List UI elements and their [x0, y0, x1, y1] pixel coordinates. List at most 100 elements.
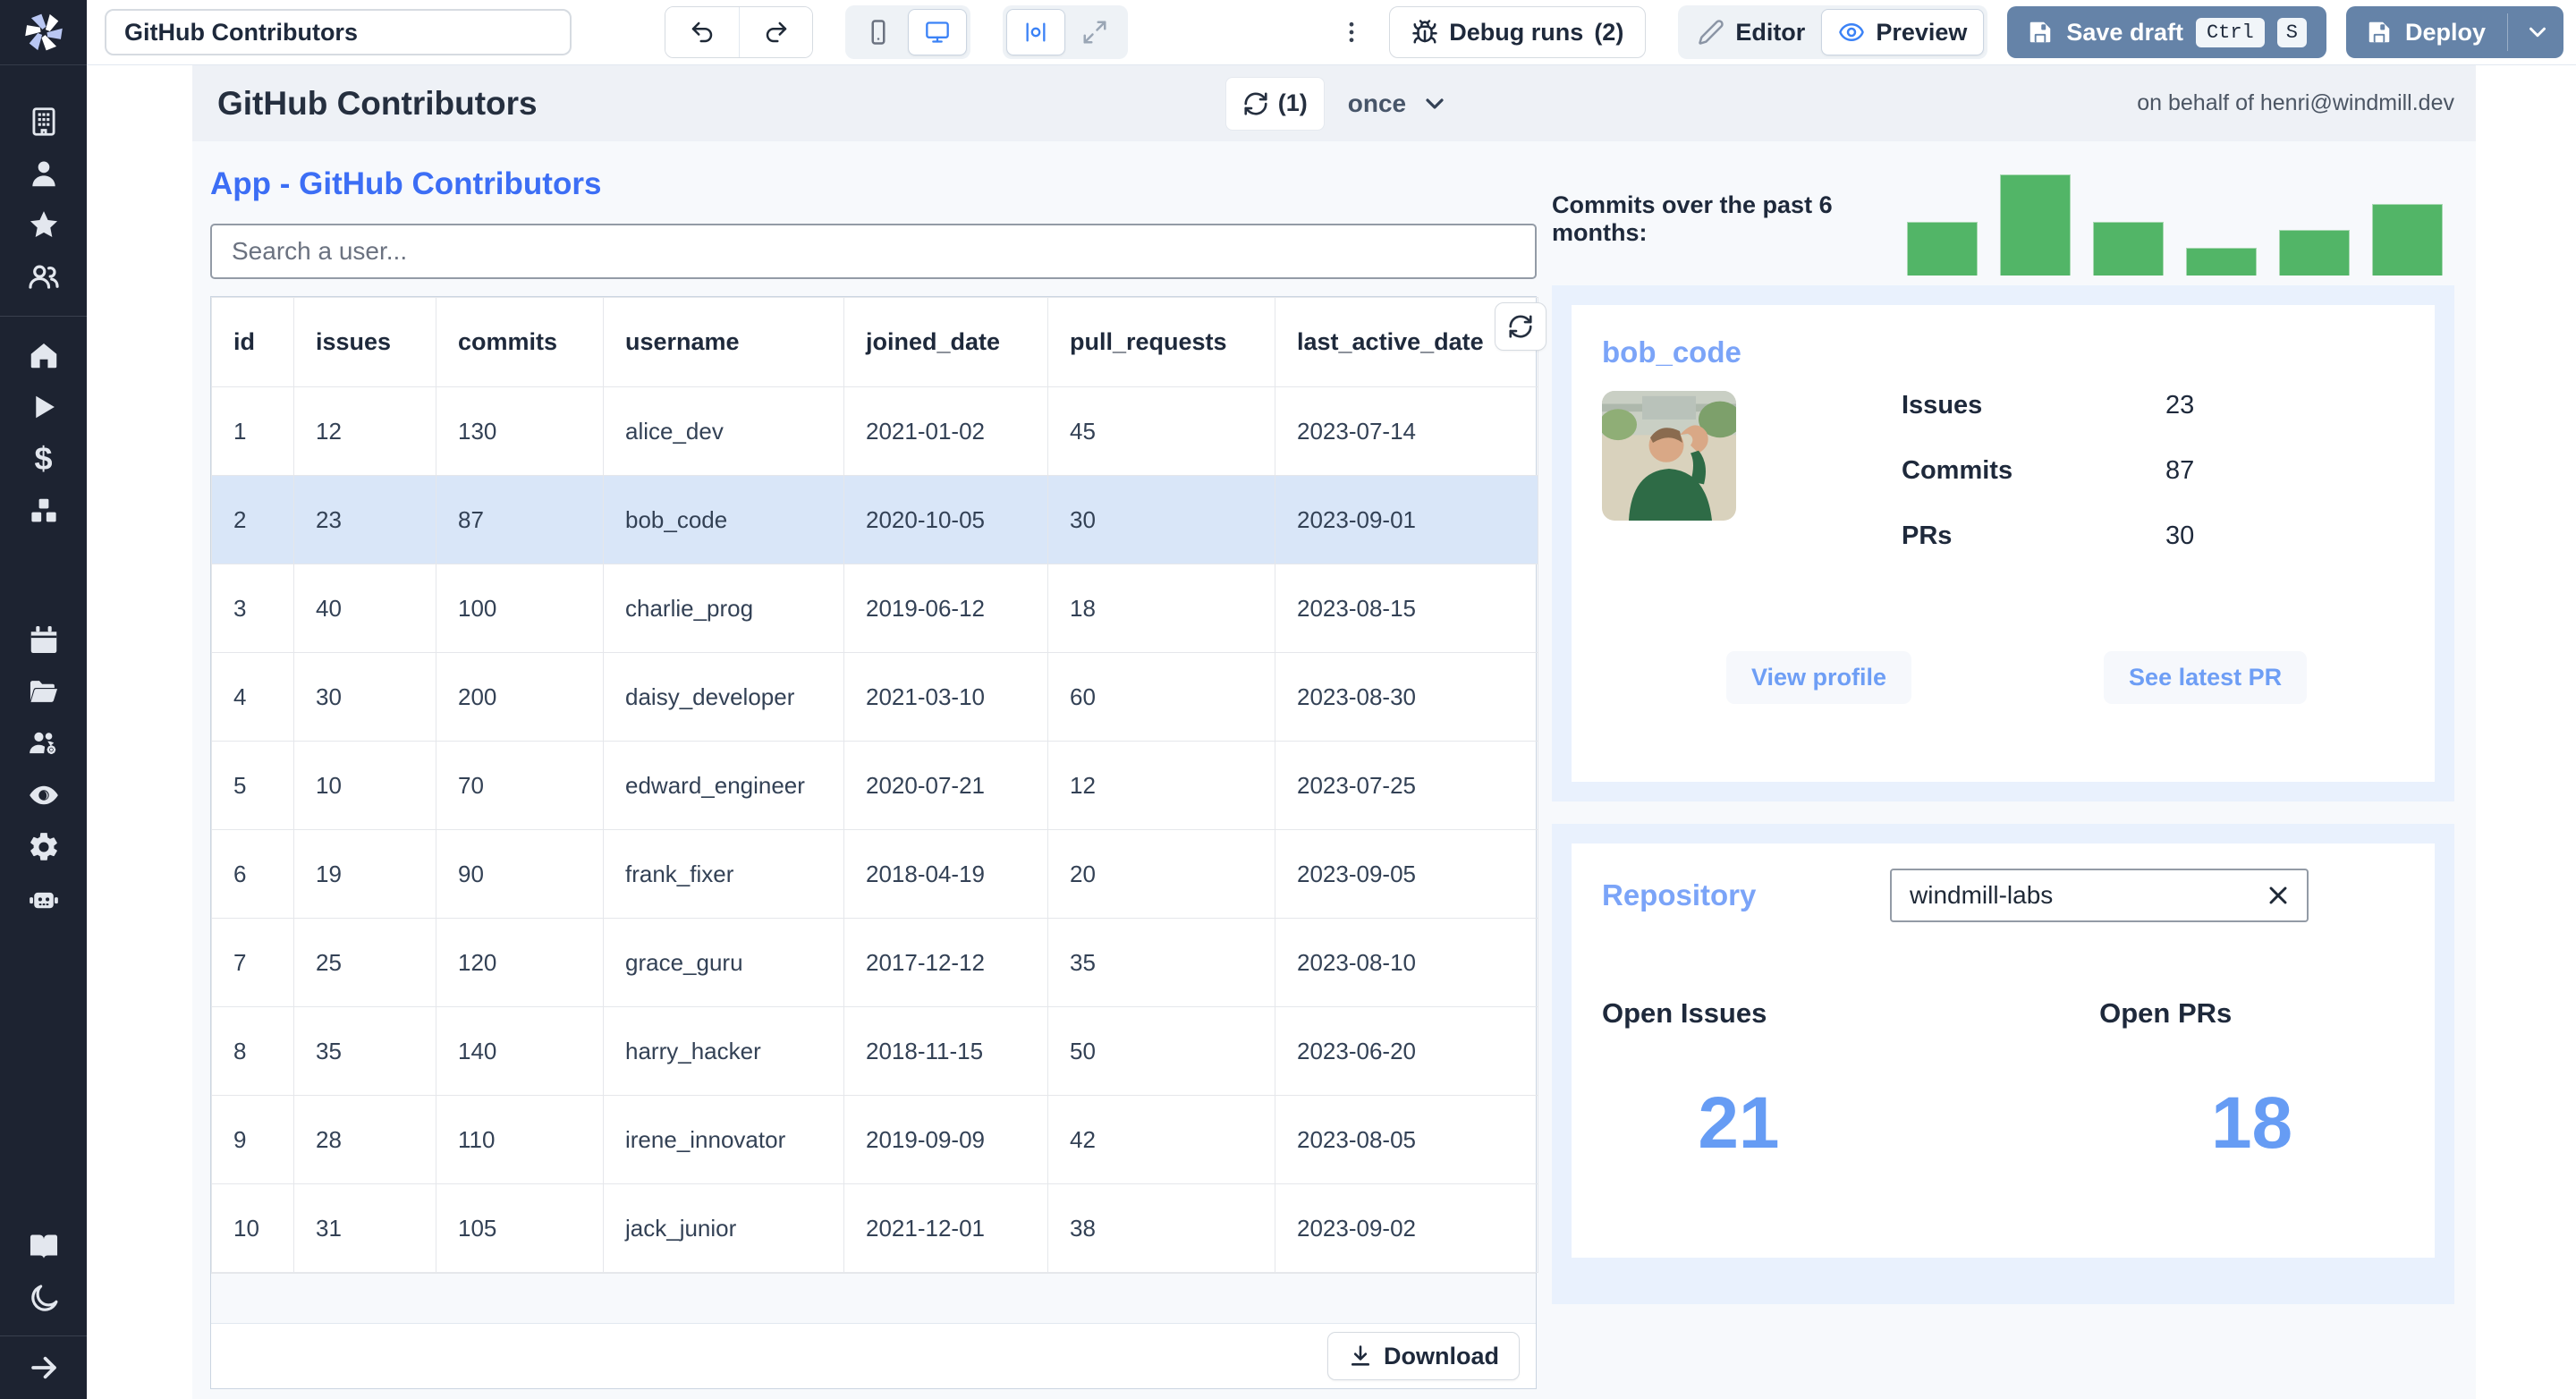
download-button[interactable]: Download — [1327, 1332, 1520, 1380]
debug-runs-count: (2) — [1594, 18, 1624, 46]
column-header: username — [603, 297, 844, 387]
search-user-input[interactable] — [210, 224, 1537, 279]
table-row[interactable]: 7 25 120 grace_guru 2017-12-12 35 2023-08-10 — [211, 918, 1538, 1007]
table-row[interactable]: 9 28 110 irene_innovator 2019-09-09 42 2023-08… — [211, 1095, 1538, 1184]
table-cell: 18 — [1047, 564, 1275, 653]
star-icon[interactable] — [0, 199, 87, 251]
redo-icon — [766, 21, 786, 43]
pencil-icon — [1699, 20, 1724, 45]
table-cell: 100 — [436, 564, 604, 653]
table-cell: daisy_developer — [603, 652, 844, 742]
resources-boxes-icon[interactable] — [0, 485, 87, 537]
app-refresh-count: (1) — [1277, 89, 1308, 116]
workspace: GitHub Contributors (1) once on behalf o… — [87, 65, 2576, 1399]
app-refresh-button[interactable]: (1) — [1224, 76, 1325, 131]
save-draft-label: Save draft — [2066, 18, 2183, 46]
table-row[interactable]: 6 19 90 frank_fixer 2018-04-19 20 2023-09-05 — [211, 829, 1538, 919]
commit-bar — [1907, 222, 1978, 276]
table-cell: 12 — [293, 386, 436, 476]
folder-open-icon[interactable] — [0, 666, 87, 717]
download-icon — [1351, 1345, 1370, 1366]
undo-button[interactable] — [665, 7, 739, 57]
table-row[interactable]: 5 10 70 edward_engineer 2020-07-21 12 2023-07-… — [211, 741, 1538, 830]
table-row[interactable]: 2 23 87 bob_code 2020-10-05 30 2023-09-01 — [211, 475, 1538, 564]
workers-bot-icon[interactable] — [0, 873, 87, 925]
editor-tab[interactable]: Editor — [1682, 9, 1821, 55]
see-latest-pr-button[interactable]: See latest PR — [2104, 651, 2308, 704]
settings-gear-icon[interactable] — [0, 821, 87, 873]
variables-dollar-icon[interactable]: $ — [0, 433, 87, 485]
windmill-logo[interactable] — [0, 0, 87, 65]
table-cell: 2023-08-30 — [1275, 652, 1538, 742]
open-prs-value: 18 — [2210, 1082, 2293, 1164]
user-cog-icon[interactable] — [0, 717, 87, 769]
table-cell: 50 — [1047, 1006, 1275, 1096]
deploy-button[interactable]: Deploy — [2345, 6, 2563, 58]
app-canvas: GitHub Contributors (1) once on behalf o… — [192, 65, 2476, 1399]
table-cell: 23 — [293, 475, 436, 564]
repository-input[interactable] — [1890, 869, 2309, 922]
refresh-icon — [1244, 91, 1267, 115]
table-cell: 2023-09-05 — [1275, 829, 1538, 919]
user-stat-row: PRs 30 — [1902, 521, 2404, 551]
table-cell: 4 — [211, 652, 294, 742]
save-icon — [2030, 21, 2051, 43]
deploy-dropdown-chevron-icon[interactable] — [2524, 19, 2551, 46]
stat-value: 30 — [2165, 521, 2195, 550]
table-cell: 2023-08-10 — [1275, 918, 1538, 1007]
table-cell: 12 — [1047, 741, 1275, 830]
user-icon[interactable] — [0, 148, 87, 199]
clear-input-x-icon[interactable] — [2264, 881, 2292, 910]
commit-bar — [2093, 222, 2164, 276]
table-cell: 10 — [293, 741, 436, 830]
device-toggle-group — [845, 5, 970, 59]
preview-tab[interactable]: Preview — [1821, 9, 1985, 55]
app-header-bar: GitHub Contributors (1) once on behalf o… — [192, 65, 2476, 141]
main-column: Debug runs (2) Editor Preview Save draft… — [87, 0, 2576, 1399]
center-align-button[interactable] — [1006, 9, 1065, 55]
home-icon[interactable] — [0, 329, 87, 381]
monitor-icon — [926, 21, 949, 43]
users-icon[interactable] — [0, 251, 87, 303]
runs-play-icon[interactable] — [0, 381, 87, 433]
docs-book-icon[interactable] — [0, 1221, 87, 1273]
open-issues-value: 21 — [1698, 1082, 1780, 1164]
table-cell: 42 — [1047, 1095, 1275, 1184]
desktop-view-button[interactable] — [908, 9, 967, 55]
table-cell: frank_fixer — [603, 829, 844, 919]
table-row[interactable]: 1 12 130 alice_dev 2021-01-02 45 2023-07-14 — [211, 386, 1538, 476]
deploy-label: Deploy — [2404, 18, 2486, 46]
table-cell: 2023-08-15 — [1275, 564, 1538, 653]
table-cell: 2 — [211, 475, 294, 564]
workspace-building-icon[interactable] — [0, 96, 87, 148]
fullscreen-button[interactable] — [1065, 9, 1124, 55]
mobile-view-button[interactable] — [849, 9, 908, 55]
save-draft-button[interactable]: Save draft Ctrl S — [2007, 6, 2326, 58]
redo-button[interactable] — [739, 7, 812, 57]
table-cell: 120 — [436, 918, 604, 1007]
column-header: id — [211, 297, 294, 387]
repository-card: Repository windmill-labs Open Issues 21 … — [1572, 844, 2435, 1258]
schedules-calendar-icon[interactable] — [0, 614, 87, 666]
expand-sidebar-arrow-right-icon[interactable] — [0, 1342, 87, 1394]
table-row[interactable]: 10 31 105 jack_junior 2021-12-01 38 2023-09-02 — [211, 1183, 1538, 1273]
audit-eye-icon[interactable] — [0, 769, 87, 821]
more-options-kebab-icon[interactable] — [1330, 19, 1373, 46]
table-cell: 3 — [211, 564, 294, 653]
table-row[interactable]: 4 30 200 daisy_developer 2021-03-10 60 2023-08… — [211, 652, 1538, 742]
view-profile-button[interactable]: View profile — [1726, 651, 1912, 704]
table-row[interactable]: 8 35 140 harry_hacker 2018-11-15 50 2023-06-20 — [211, 1006, 1538, 1096]
app-title-input[interactable] — [105, 9, 572, 55]
table-cell: 2019-06-12 — [843, 564, 1048, 653]
table-cell: 2023-09-01 — [1275, 475, 1538, 564]
table-cell: 8 — [211, 1006, 294, 1096]
table-refresh-button[interactable] — [1495, 302, 1546, 351]
table-cell: 9 — [211, 1095, 294, 1184]
deploy-divider — [2507, 13, 2508, 51]
column-header: issues — [293, 297, 436, 387]
table-row[interactable]: 3 40 100 charlie_prog 2019-06-12 18 2023-08-15 — [211, 564, 1538, 653]
table-cell: 45 — [1047, 386, 1275, 476]
dark-mode-moon-icon[interactable] — [0, 1273, 87, 1325]
debug-runs-button[interactable]: Debug runs (2) — [1389, 6, 1647, 58]
schedule-mode-dropdown[interactable]: once — [1348, 89, 1449, 118]
